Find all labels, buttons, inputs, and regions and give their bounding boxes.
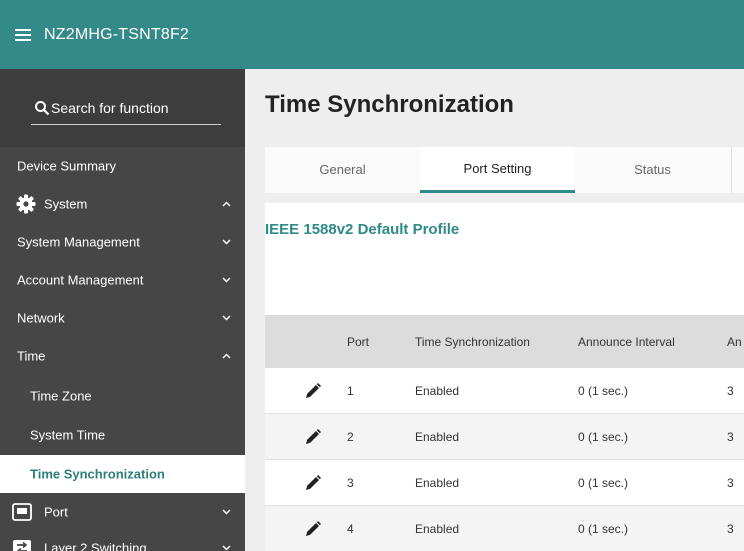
switch-icon: [13, 540, 31, 551]
cell-time-sync: Enabled: [415, 521, 460, 536]
chevron-up-icon: [222, 353, 231, 359]
sidebar-item-time-zone[interactable]: Time Zone: [0, 377, 245, 415]
cell-port: 2: [347, 429, 354, 444]
cell-announce-extra: 3: [727, 429, 734, 444]
chevron-down-icon: [222, 315, 231, 321]
sidebar-item-system[interactable]: System: [0, 185, 245, 223]
cell-announce-interval: 0 (1 sec.): [578, 475, 629, 490]
cell-time-sync: Enabled: [415, 475, 460, 490]
column-header-time-sync: Time Synchronization: [415, 334, 530, 349]
sidebar-item-time-synchronization[interactable]: Time Synchronization: [0, 455, 245, 493]
port-settings-card: IEEE 1588v2 Default Profile Port Time Sy…: [265, 203, 744, 551]
device-title: NZ2MHG-TSNT8F2: [44, 26, 190, 43]
cell-time-sync: Enabled: [415, 429, 460, 444]
cell-announce-extra: 3: [727, 475, 734, 490]
cell-port: 1: [347, 383, 354, 398]
search-area: Search for function: [0, 69, 245, 147]
gear-icon: [16, 194, 36, 214]
cell-port: 3: [347, 475, 354, 490]
tab-bar: General Port Setting Status: [265, 147, 744, 193]
tab-general[interactable]: General: [265, 147, 420, 193]
page-title: Time Synchronization: [265, 91, 514, 118]
cell-announce-extra: 3: [727, 383, 734, 398]
chevron-up-icon: [222, 201, 231, 207]
menu-icon[interactable]: [15, 29, 31, 41]
cell-announce-extra: 3: [727, 521, 734, 536]
sidebar-item-port[interactable]: Port: [0, 494, 245, 530]
main-content: Time Synchronization General Port Settin…: [245, 69, 744, 551]
port-icon: [12, 503, 32, 521]
chevron-down-icon: [222, 239, 231, 245]
sidebar-item-time[interactable]: Time: [0, 337, 245, 375]
sidebar-item-system-time[interactable]: System Time: [0, 416, 245, 454]
column-header-announce-interval: Announce Interval: [578, 334, 675, 349]
column-header-announce-truncated: An: [727, 334, 742, 349]
column-header-port: Port: [347, 334, 370, 349]
sidebar-item-device-summary[interactable]: Device Summary: [0, 147, 245, 185]
cell-port: 4: [347, 521, 354, 536]
tab-port-setting[interactable]: Port Setting: [420, 147, 575, 193]
chevron-down-icon: [222, 545, 231, 551]
edit-icon[interactable]: [305, 474, 321, 491]
profile-title: IEEE 1588v2 Default Profile: [265, 221, 460, 238]
cell-time-sync: Enabled: [415, 383, 460, 398]
sidebar-item-system-management[interactable]: System Management: [0, 223, 245, 261]
cell-announce-interval: 0 (1 sec.): [578, 429, 629, 444]
cell-announce-interval: 0 (1 sec.): [578, 383, 629, 398]
chevron-down-icon: [222, 509, 231, 515]
table-header: Port Time Synchronization Announce Inter…: [265, 315, 744, 368]
top-bar: NZ2MHG-TSNT8F2: [0, 0, 744, 69]
cell-announce-interval: 0 (1 sec.): [578, 521, 629, 536]
sidebar-item-layer-2-switching[interactable]: Layer 2 Switching: [0, 530, 245, 551]
table-row: 4 Enabled 0 (1 sec.) 3: [265, 506, 744, 551]
edit-icon[interactable]: [305, 520, 321, 537]
sidebar: Search for function Device Summary Syste…: [0, 69, 245, 551]
edit-icon[interactable]: [305, 382, 321, 399]
table-row: 3 Enabled 0 (1 sec.) 3: [265, 460, 744, 506]
table-row: 2 Enabled 0 (1 sec.) 3: [265, 414, 744, 460]
search-input[interactable]: Search for function: [31, 99, 221, 125]
sidebar-item-account-management[interactable]: Account Management: [0, 261, 245, 299]
chevron-down-icon: [222, 277, 231, 283]
search-icon: [35, 101, 50, 116]
tab-status[interactable]: Status: [575, 147, 730, 193]
edit-icon[interactable]: [305, 428, 321, 445]
search-placeholder: Search for function: [51, 100, 169, 116]
sidebar-item-network[interactable]: Network: [0, 299, 245, 337]
tab-divider: [731, 147, 732, 193]
table-row: 1 Enabled 0 (1 sec.) 3: [265, 368, 744, 414]
